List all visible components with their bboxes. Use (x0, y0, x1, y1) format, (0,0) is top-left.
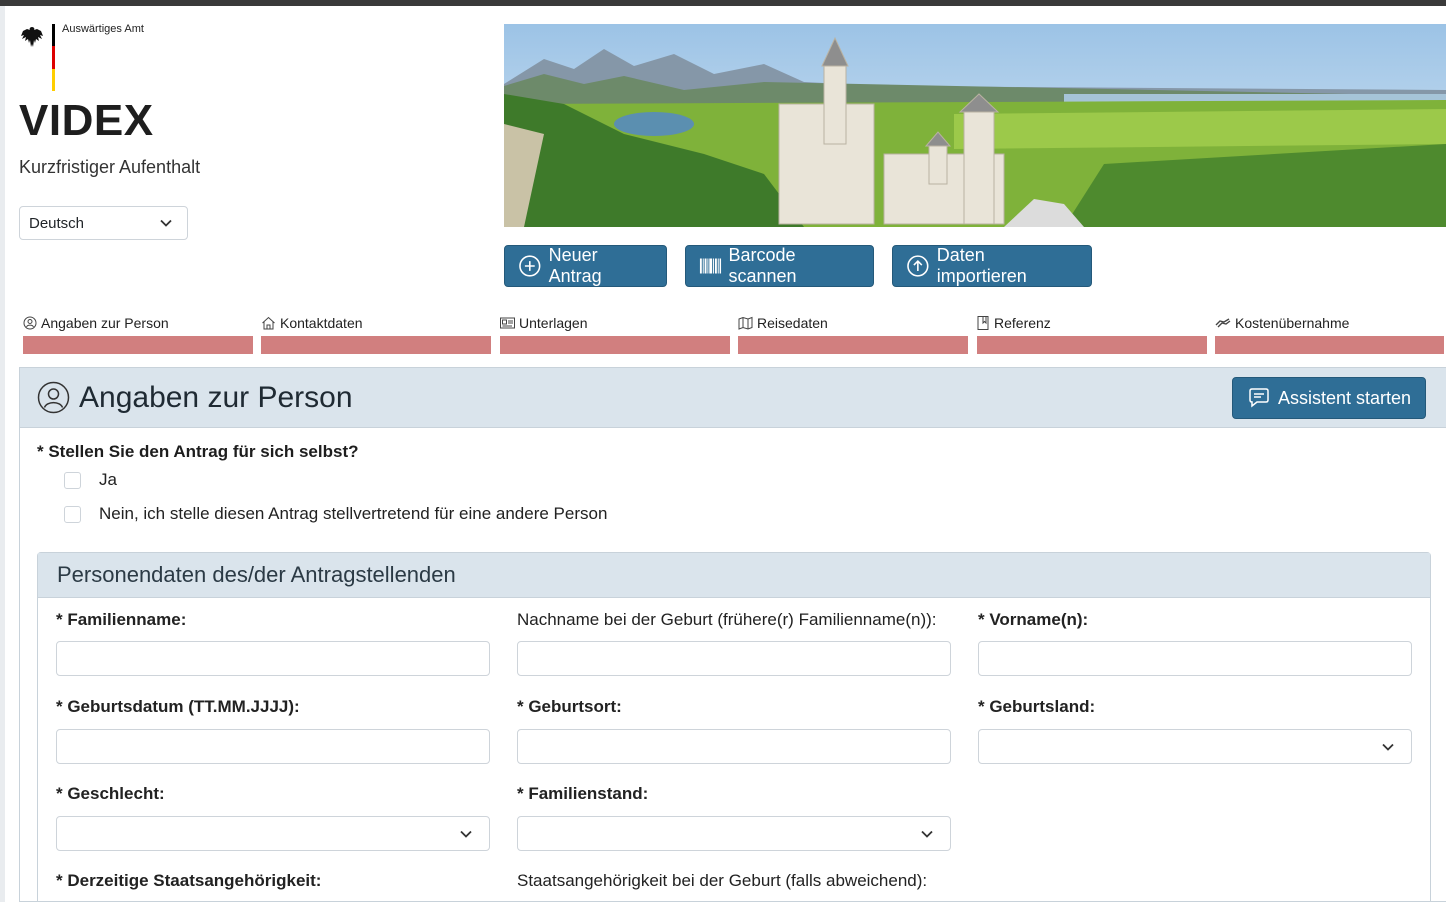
start-assistant-label: Assistent starten (1277, 387, 1411, 408)
language-value: Deutsch (29, 215, 85, 232)
app-title: VIDEX (19, 96, 154, 145)
step-progress-bar (23, 336, 253, 354)
nationality-label: * Derzeitige Staatsangehörigkeit: (56, 871, 322, 890)
step-cost-coverage[interactable]: Kostenübernahme (1215, 313, 1444, 354)
import-data-button[interactable]: Daten importieren (892, 245, 1092, 287)
step-contact-data[interactable]: Kontaktdaten (261, 313, 491, 354)
marital-status-select[interactable] (517, 816, 951, 851)
money-icon (1215, 318, 1231, 328)
person-circle-icon (37, 381, 70, 414)
first-name-input[interactable] (978, 641, 1412, 676)
person-circle-icon (23, 316, 37, 330)
upload-circle-icon (907, 255, 929, 277)
federal-eagle-icon (21, 27, 43, 47)
ministry-name: Auswärtiges Amt (62, 23, 144, 35)
window-top-bar (0, 0, 1446, 6)
scan-barcode-button[interactable]: Barcode scannen (685, 245, 874, 287)
gender-label: * Geschlecht: (56, 784, 165, 803)
chat-bubble-icon (1249, 388, 1269, 408)
banner-image-castle (504, 24, 1446, 227)
birth-place-label: * Geburtsort: (517, 697, 622, 716)
barcode-icon (699, 258, 722, 274)
marital-status-label: * Familienstand: (517, 784, 649, 803)
birth-name-label: Nachname bei der Geburt (frühere(r) Fami… (517, 610, 937, 629)
self-application-question: * Stellen Sie den Antrag für sich selbst… (37, 442, 359, 461)
personal-data-card: Angaben zur Person Assistent starten * S… (19, 367, 1446, 902)
surname-input[interactable] (56, 641, 490, 676)
chevron-down-icon (1382, 743, 1394, 751)
option-no-label: Nein, ich stelle diesen Antrag stellvert… (99, 504, 608, 523)
step-progress-bar (1215, 336, 1444, 354)
applicant-data-title: Personendaten des/der Antragstellenden (38, 553, 1430, 598)
step-personal-data[interactable]: Angaben zur Person (23, 313, 253, 354)
step-travel-data[interactable]: Reisedaten (738, 313, 968, 354)
birth-date-label: * Geburtsdatum (TT.MM.JJJJ): (56, 697, 300, 716)
chevron-down-icon (460, 830, 472, 838)
gender-select[interactable] (56, 816, 490, 851)
nationality-birth-label: Staatsangehörigkeit bei der Geburt (fall… (517, 871, 928, 890)
birth-date-input[interactable] (56, 729, 490, 764)
birth-country-label: * Geburtsland: (978, 697, 1096, 716)
option-no-checkbox[interactable] (64, 505, 81, 523)
step-progress-bar (738, 336, 968, 354)
card-header: Angaben zur Person Assistent starten (20, 368, 1446, 428)
import-data-label: Daten importieren (936, 245, 1027, 286)
step-label: Referenz (994, 315, 1051, 331)
app-subtitle: Kurzfristiger Aufenthalt (19, 157, 201, 177)
bookmark-icon (977, 316, 989, 330)
chevron-down-icon (160, 219, 172, 227)
step-reference[interactable]: Referenz (977, 313, 1207, 354)
step-label: Kontaktdaten (280, 315, 363, 331)
id-card-icon (500, 317, 515, 329)
step-progress-bar (261, 336, 491, 354)
birth-place-input[interactable] (517, 729, 951, 764)
start-assistant-button[interactable]: Assistent starten (1231, 377, 1426, 419)
german-flag-stripe (52, 24, 55, 91)
birth-name-input[interactable] (517, 641, 951, 676)
new-application-button[interactable]: Neuer Antrag (504, 245, 667, 287)
left-edge (0, 6, 5, 902)
applicant-data-panel: Personendaten des/der Antragstellenden *… (37, 552, 1431, 902)
plus-circle-icon (519, 255, 541, 277)
step-label: Unterlagen (519, 315, 588, 331)
option-no-proxy[interactable]: Nein, ich stelle diesen Antrag stellvert… (64, 504, 607, 524)
step-progress-bar (977, 336, 1207, 354)
step-documents[interactable]: Unterlagen (500, 313, 730, 354)
birth-country-select[interactable] (978, 729, 1412, 764)
step-progress-bar (500, 336, 730, 354)
option-yes[interactable]: Ja (64, 470, 117, 490)
chevron-down-icon (921, 830, 933, 838)
step-label: Reisedaten (757, 315, 828, 331)
option-yes-checkbox[interactable] (64, 471, 81, 489)
new-application-label: Neuer Antrag (548, 245, 602, 286)
step-label: Kostenübernahme (1235, 315, 1350, 331)
step-label: Angaben zur Person (41, 315, 169, 331)
first-name-label: * Vorname(n): (978, 610, 1089, 629)
language-select[interactable]: Deutsch (19, 206, 188, 240)
scan-barcode-label: Barcode scannen (728, 245, 797, 286)
surname-label: * Familienname: (56, 610, 187, 629)
option-yes-label: Ja (99, 470, 117, 489)
house-icon (262, 316, 275, 330)
map-icon (738, 316, 753, 330)
section-title: Angaben zur Person (79, 380, 353, 414)
